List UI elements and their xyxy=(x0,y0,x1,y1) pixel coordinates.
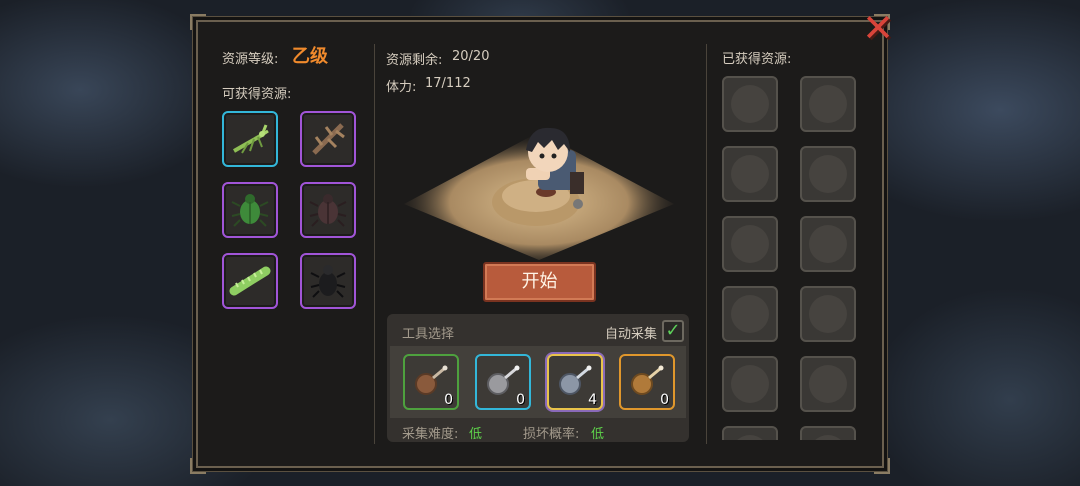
resource-slot[interactable] xyxy=(300,182,356,238)
obtained-slot xyxy=(800,146,856,202)
obtained-slot xyxy=(722,216,778,272)
grade-value: 乙级 xyxy=(292,46,328,67)
obtained-slot xyxy=(722,426,778,440)
tool-slot[interactable]: 0 xyxy=(619,354,675,410)
difficulty-value: 低 xyxy=(469,427,483,442)
resource-slot[interactable] xyxy=(300,111,356,167)
obtained-slot xyxy=(800,286,856,342)
resource-slot[interactable] xyxy=(222,111,278,167)
column-divider xyxy=(706,44,707,444)
tool-count: 0 xyxy=(444,392,453,408)
gathering-scene xyxy=(398,112,680,262)
close-icon[interactable]: ✕ xyxy=(858,8,898,48)
obtainable-label: 可获得资源: xyxy=(222,87,292,102)
resource-slot[interactable] xyxy=(222,253,278,309)
tool-slot[interactable]: 0 xyxy=(403,354,459,410)
auto-collect-label: 自动采集 xyxy=(605,327,658,342)
obtained-slot xyxy=(722,146,778,202)
break-chance-label: 损坏概率: xyxy=(523,427,580,442)
resource-slot[interactable] xyxy=(222,182,278,238)
tool-count: 4 xyxy=(588,392,597,408)
black-beetle-icon xyxy=(310,265,346,298)
resource-slot[interactable] xyxy=(300,253,356,309)
grade-label: 资源等级: xyxy=(222,52,279,67)
column-divider xyxy=(374,44,375,444)
obtained-slot xyxy=(800,426,856,440)
obtained-slot xyxy=(800,76,856,132)
mantis-icon xyxy=(233,124,269,154)
obtained-scroll-overflow[interactable] xyxy=(722,426,862,440)
caterpillar-icon xyxy=(229,266,271,296)
obtained-slot xyxy=(722,76,778,132)
obtained-label: 已获得资源: xyxy=(722,52,792,67)
auto-collect-checkbox[interactable]: ✓ xyxy=(662,320,684,342)
character-digging-image xyxy=(404,127,674,260)
break-chance-value: 低 xyxy=(591,427,605,442)
tool-count: 0 xyxy=(516,392,525,408)
frame-corner xyxy=(874,458,890,474)
obtained-slot xyxy=(800,356,856,412)
tool-count: 0 xyxy=(660,392,669,408)
difficulty-label: 采集难度: xyxy=(402,427,459,442)
tool-slot-selected[interactable]: 4 xyxy=(547,354,603,410)
tool-slot[interactable]: 0 xyxy=(475,354,531,410)
remaining-value: 20/20 xyxy=(452,49,490,64)
green-beetle-icon xyxy=(231,194,269,227)
brown-beetle-icon xyxy=(309,194,347,227)
check-icon: ✓ xyxy=(665,320,681,341)
tools-title: 工具选择 xyxy=(402,327,455,342)
remaining-label: 资源剩余: xyxy=(386,53,443,68)
obtained-slot xyxy=(800,216,856,272)
branch-insect-icon xyxy=(312,123,345,155)
frame-corner xyxy=(190,458,206,474)
obtained-slot xyxy=(722,356,778,412)
stamina-value: 17/112 xyxy=(425,76,471,91)
start-button[interactable]: 开始 xyxy=(483,262,596,302)
obtained-slot xyxy=(722,286,778,342)
frame-corner xyxy=(190,14,206,30)
stamina-label: 体力: xyxy=(386,80,417,95)
